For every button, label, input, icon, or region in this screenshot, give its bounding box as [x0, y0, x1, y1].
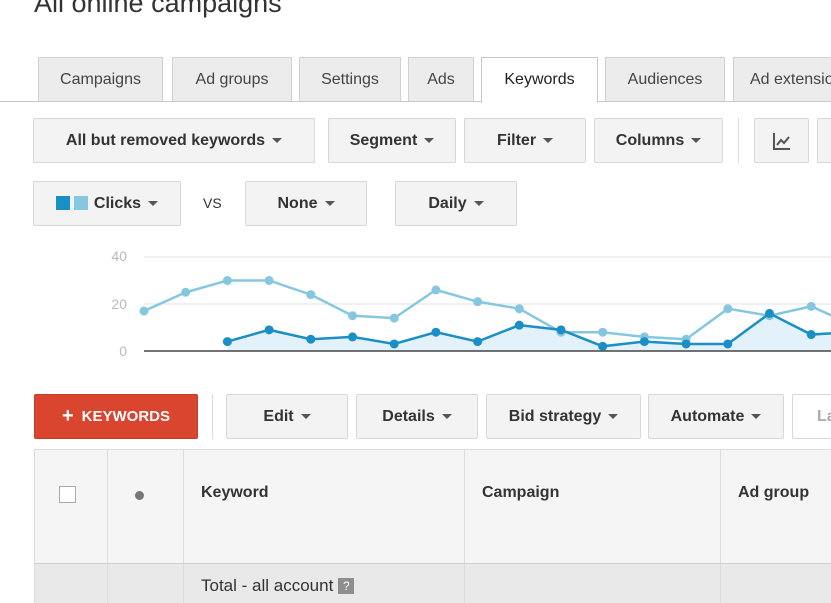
ad-group-column-header[interactable]: Ad group [720, 449, 831, 563]
data-point [139, 306, 149, 316]
automate-button[interactable]: Automate [648, 394, 784, 439]
toolbar-separator [212, 394, 213, 439]
campaign-header-label: Campaign [482, 484, 560, 501]
clicks-line-chart [139, 256, 831, 352]
data-point [639, 337, 649, 347]
data-point [765, 308, 774, 318]
bid-strategy-label: Bid strategy [508, 408, 602, 425]
chevron-down-icon [441, 414, 452, 420]
data-point [431, 327, 441, 337]
data-point [514, 320, 524, 330]
status-column-header[interactable] [107, 449, 184, 563]
total-row-label-cell: Total - all account? [183, 563, 465, 603]
labels-button[interactable]: La [792, 394, 831, 439]
tab-keywords[interactable]: Keywords [481, 57, 598, 103]
campaign-column-header[interactable]: Campaign [464, 449, 721, 563]
data-point [306, 334, 316, 344]
data-point [389, 313, 399, 323]
chevron-down-icon [300, 414, 311, 420]
data-point [264, 276, 274, 285]
table-row-cell [107, 563, 184, 603]
ad-group-header-label: Ad group [738, 484, 810, 501]
chevron-down-icon [608, 414, 619, 420]
data-point [723, 304, 733, 314]
data-point [681, 339, 691, 349]
data-point [222, 276, 232, 285]
data-point [389, 339, 399, 349]
data-point [598, 341, 608, 351]
table-row-cell [464, 563, 721, 603]
data-point [723, 339, 733, 349]
keyword-column-header[interactable]: Keyword [183, 449, 465, 563]
add-keywords-label: KEYWORDS [81, 408, 171, 425]
chevron-down-icon [751, 414, 762, 420]
data-point [806, 330, 816, 340]
total-row-text: Total - all account [201, 576, 334, 595]
data-point [306, 290, 316, 300]
data-point [806, 301, 816, 311]
data-point [598, 327, 608, 337]
data-point [264, 325, 274, 335]
keyword-header-label: Keyword [201, 484, 269, 501]
bid-strategy-button[interactable]: Bid strategy [486, 394, 641, 439]
add-keywords-button[interactable]: + KEYWORDS [34, 394, 198, 439]
details-button[interactable]: Details [356, 394, 478, 439]
data-point [431, 285, 441, 295]
help-icon[interactable]: ? [338, 578, 355, 594]
table-row-cell [720, 563, 831, 603]
data-point [473, 297, 483, 307]
data-point [181, 287, 191, 297]
data-point [222, 337, 232, 347]
automate-label: Automate [670, 408, 745, 425]
select-all-cell [34, 449, 108, 563]
data-point [348, 332, 357, 342]
data-point [514, 304, 524, 314]
series-area-fill [227, 313, 831, 351]
table-row-cell [34, 563, 108, 603]
edit-button[interactable]: Edit [226, 394, 348, 439]
total-row-label: Total - all account? [201, 576, 355, 596]
data-point [348, 311, 357, 321]
data-point [556, 325, 566, 335]
details-label: Details [382, 408, 435, 425]
plus-icon: + [61, 405, 74, 427]
data-point [473, 337, 483, 347]
select-all-checkbox[interactable] [59, 486, 76, 503]
status-dot-icon [135, 491, 144, 500]
edit-label: Edit [263, 408, 294, 425]
